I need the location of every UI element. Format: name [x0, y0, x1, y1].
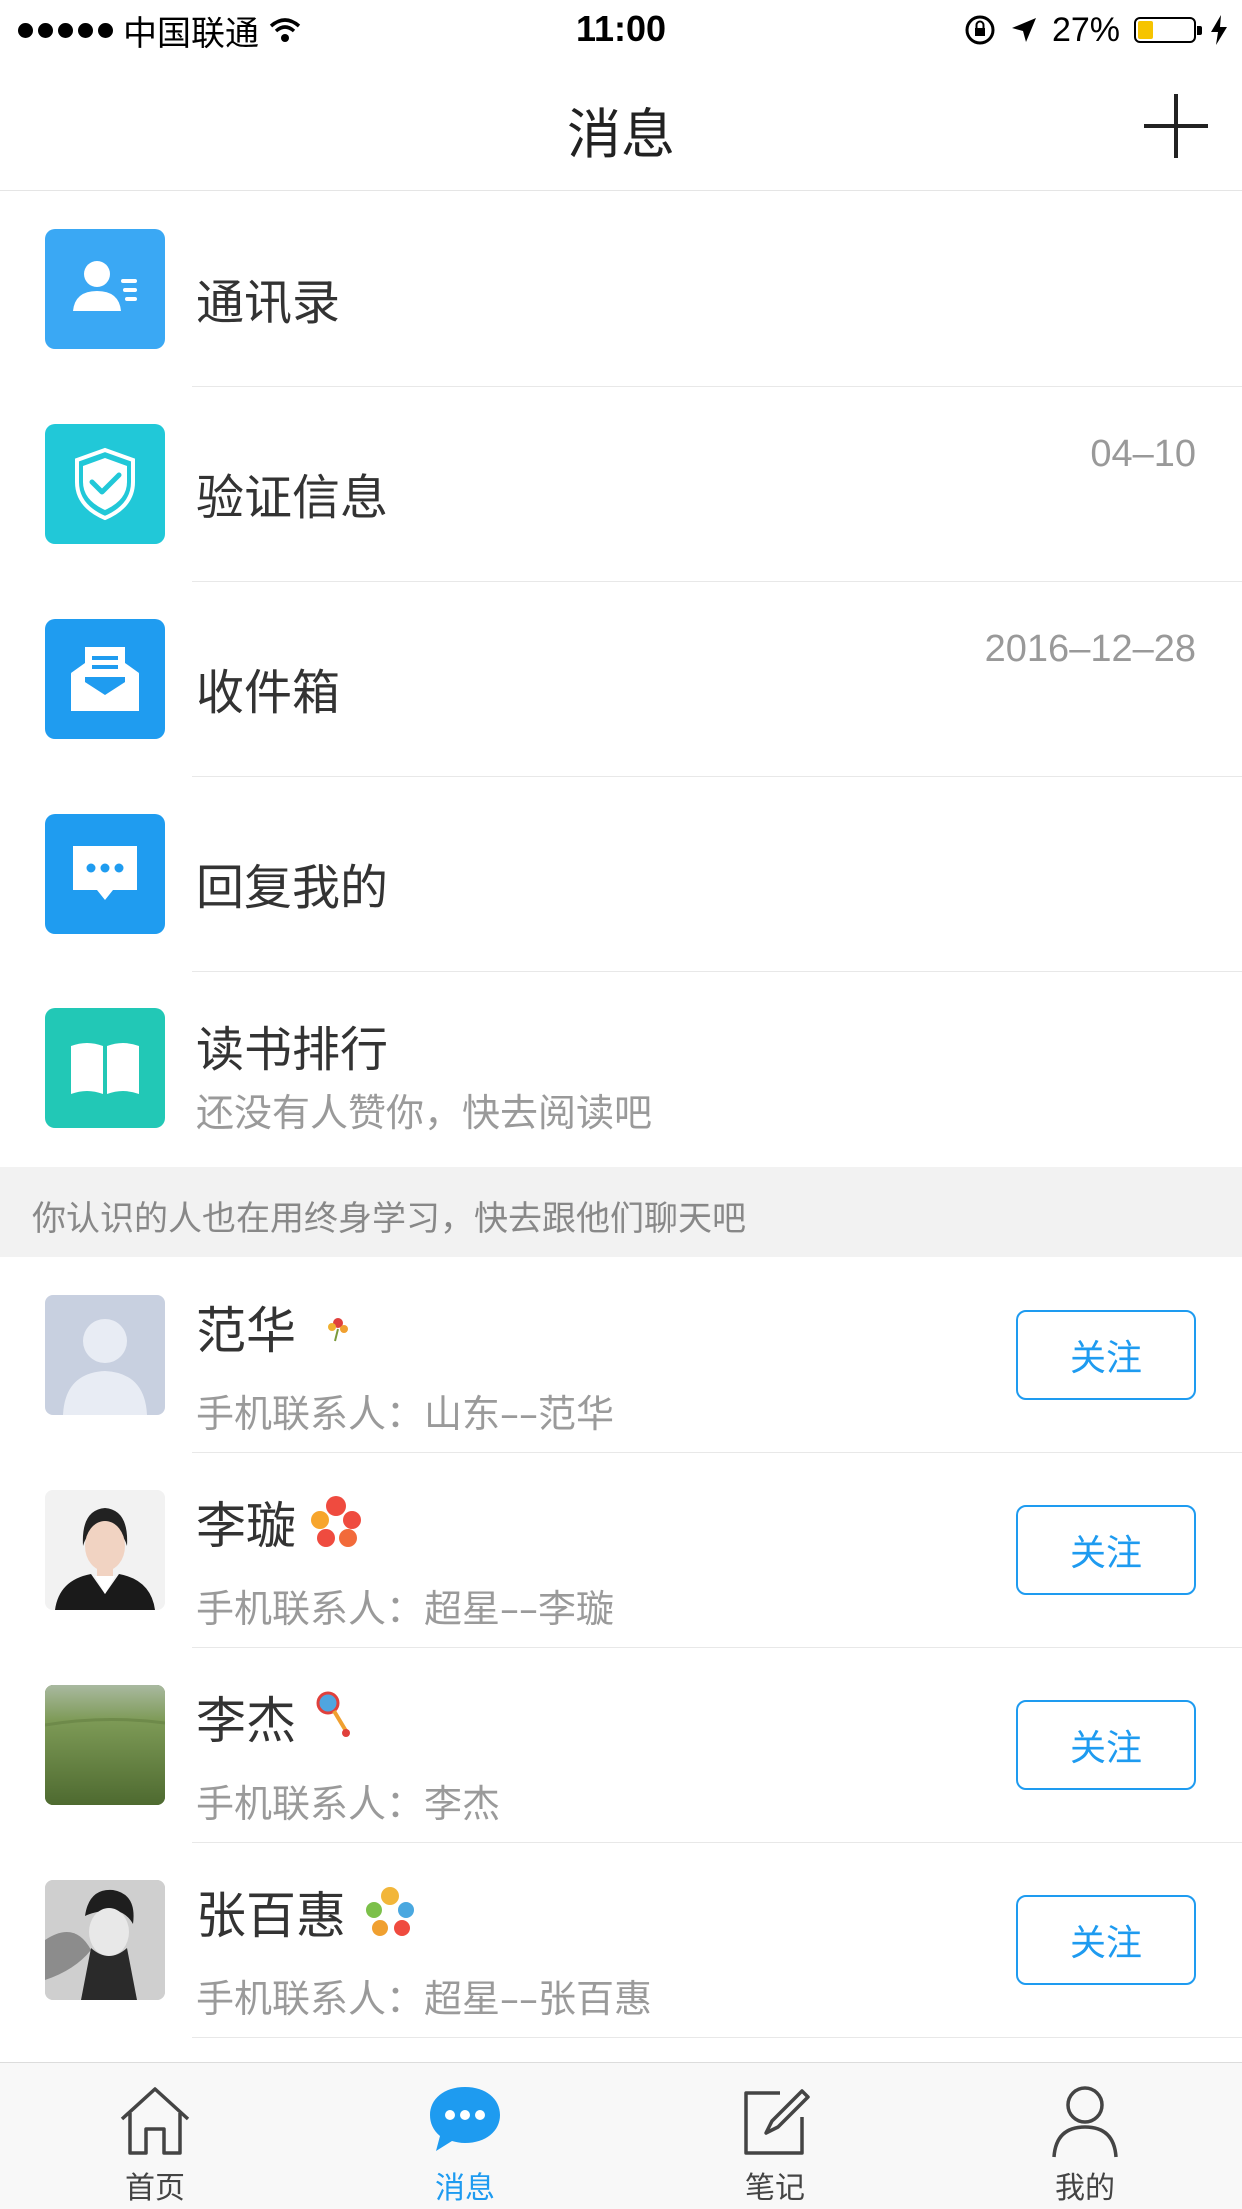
follow-button[interactable]: 关注 [1016, 1310, 1196, 1400]
page-title: 消息 [567, 103, 675, 166]
chat-bubble-icon [45, 814, 165, 934]
flower-badge-red-icon [311, 1496, 361, 1547]
menu-item-contacts[interactable]: 通讯录 [0, 193, 1242, 388]
flower-badge-small-icon [328, 1318, 348, 1342]
battery-percent: 27% [1051, 10, 1120, 49]
divider [192, 386, 1242, 387]
contacts-icon [45, 229, 165, 349]
contact-row[interactable]: 李杰 手机联系人：李杰 关注 [0, 1647, 1242, 1842]
navigation-bar: 消息 [0, 60, 1242, 191]
add-icon[interactable] [1144, 94, 1208, 158]
tab-messages[interactable]: 消息 [310, 2063, 620, 2209]
battery-fill [1138, 21, 1153, 39]
tab-profile[interactable]: 我的 [930, 2063, 1240, 2209]
contact-subtitle: 手机联系人：李杰 [196, 1782, 501, 1826]
menu-item-label: 回复我的 [196, 860, 389, 916]
contact-name: 范华 [196, 1302, 296, 1360]
menu-item-subtitle: 还没有人赞你，快去阅读吧 [196, 1091, 653, 1135]
contact-subtitle: 手机联系人：超星––李璇 [196, 1587, 615, 1631]
home-icon [120, 2087, 190, 2155]
rotation-lock-icon [965, 15, 995, 45]
status-right: 27% [964, 8, 1228, 52]
menu-item-label: 通讯录 [196, 275, 341, 331]
menu-item-date: 04–10 [1090, 433, 1196, 475]
contact-subtitle: 手机联系人：超星––张百惠 [196, 1977, 653, 2021]
menu-item-label: 验证信息 [196, 470, 389, 526]
book-icon [45, 1008, 165, 1128]
message-icon [430, 2087, 500, 2151]
avatar [45, 1880, 165, 2000]
menu-item-label: 读书排行 [196, 1022, 389, 1078]
menu-item-date: 2016–12–28 [984, 628, 1196, 670]
tab-label: 消息 [435, 2171, 495, 2206]
avatar [45, 1490, 165, 1610]
tab-label: 笔记 [745, 2171, 805, 2206]
follow-button[interactable]: 关注 [1016, 1700, 1196, 1790]
tab-label: 首页 [125, 2171, 185, 2206]
tab-home[interactable]: 首页 [0, 2063, 310, 2209]
battery-icon [1134, 17, 1202, 43]
follow-button[interactable]: 关注 [1016, 1505, 1196, 1595]
menu-item-verification[interactable]: 验证信息 04–10 [0, 388, 1242, 583]
charging-bolt-icon [1211, 15, 1227, 45]
tab-label: 我的 [1055, 2171, 1115, 2206]
rattle-badge-icon [316, 1691, 350, 1737]
flower-badge-multicolor-icon [366, 1887, 414, 1936]
menu-item-inbox[interactable]: 收件箱 2016–12–28 [0, 583, 1242, 778]
inbox-icon [45, 619, 165, 739]
location-arrow-icon [1011, 18, 1036, 42]
person-icon [1052, 2086, 1118, 2158]
contact-row[interactable]: 张百惠 手机联系人：超星––张百惠 关注 [0, 1842, 1242, 2037]
tab-notes[interactable]: 笔记 [620, 2063, 930, 2209]
contact-row[interactable]: 范华 手机联系人：山东––范华 关注 [0, 1257, 1242, 1452]
menu-item-label: 收件箱 [196, 665, 341, 721]
avatar [45, 1685, 165, 1805]
shield-check-icon [45, 424, 165, 544]
tab-bar: 首页 消息 笔记 我的 [0, 2062, 1242, 2209]
suggestion-header: 你认识的人也在用终身学习，快去跟他们聊天吧 [0, 1167, 1242, 1257]
contact-name: 张百惠 [196, 1887, 346, 1945]
note-edit-icon [744, 2089, 810, 2155]
status-bar: 中国联通 11:00 27% [0, 0, 1242, 60]
avatar [45, 1295, 165, 1415]
contact-row[interactable]: 李璇 手机联系人：超星––李璇 关注 [0, 1452, 1242, 1647]
menu-item-replies[interactable]: 回复我的 [0, 778, 1242, 973]
divider [192, 776, 1242, 777]
divider [192, 581, 1242, 582]
contact-name: 李杰 [196, 1692, 296, 1750]
divider [192, 2037, 1242, 2038]
menu-item-reading-rank[interactable]: 读书排行 还没有人赞你，快去阅读吧 [0, 972, 1242, 1167]
suggestion-header-text: 你认识的人也在用终身学习，快去跟他们聊天吧 [32, 1199, 746, 1239]
follow-button[interactable]: 关注 [1016, 1895, 1196, 1985]
contact-name: 李璇 [196, 1497, 296, 1555]
contact-subtitle: 手机联系人：山东––范华 [196, 1392, 615, 1436]
